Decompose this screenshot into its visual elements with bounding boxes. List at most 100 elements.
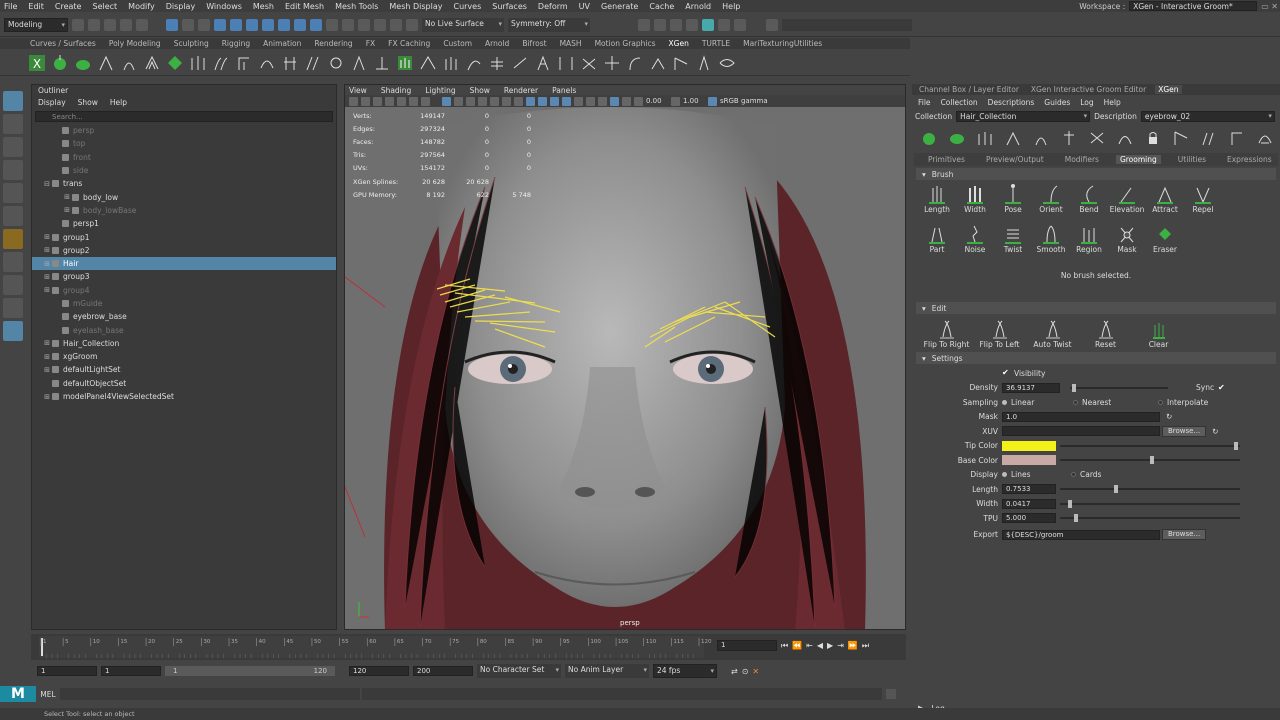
mask-render-icon[interactable] [310,18,322,31]
preview-auto-icon[interactable] [1228,129,1246,147]
viewport-menu-panels[interactable]: Panels [552,86,576,95]
display-cards-radio[interactable] [1071,472,1076,478]
lights-icon[interactable] [490,96,499,106]
lock-guide-icon[interactable] [1144,129,1162,147]
xray-joints-icon[interactable] [550,96,559,106]
render-frame-icon[interactable] [654,18,666,31]
smooth-shade-icon[interactable] [454,96,463,106]
exposure-icon[interactable] [634,96,643,106]
outliner-menu-display[interactable]: Display [38,98,66,107]
viewport-menu-lighting[interactable]: Lighting [425,86,455,95]
single-perspective-layout-icon[interactable] [3,252,23,272]
brush-width-button[interactable]: Width [956,182,994,220]
shelf-tab-animation[interactable]: Animation [263,39,301,48]
shelf-tab-custom[interactable]: Custom [443,39,472,48]
outliner-item-top[interactable]: top [32,137,336,150]
wireframe-icon[interactable] [442,96,451,106]
new-scene-icon[interactable] [72,18,84,31]
bookmarks-icon[interactable] [373,96,382,106]
brush-eraser-button[interactable]: Eraser [1146,222,1184,260]
groom-tool-20-icon[interactable] [649,54,667,72]
rebuild-guide-icon[interactable] [1060,129,1078,147]
base-color-swatch[interactable] [1002,455,1056,466]
shelf-tab-sculpting[interactable]: Sculpting [174,39,209,48]
select-tool-icon[interactable] [3,91,23,111]
shelf-tab-arnold[interactable]: Arnold [485,39,509,48]
color-management-icon[interactable] [708,96,717,106]
brush-orient-button[interactable]: Orient [1032,182,1070,220]
menu-display[interactable]: Display [166,2,196,11]
sampling-nearest-radio[interactable] [1073,399,1078,405]
mask-deform-icon[interactable] [278,18,290,31]
settings-section-header[interactable]: ▾ Settings [916,352,1276,364]
outliner-item-eyelash-base[interactable]: eyelash_base [32,323,336,336]
antialiasing-icon[interactable] [586,96,595,106]
create-collection-icon[interactable] [948,129,966,147]
auto-twist-button[interactable]: Auto Twist [1026,317,1079,349]
last-tool-icon[interactable] [3,229,23,249]
xgen-guide-add-icon[interactable] [97,54,115,72]
shelf-tab-rigging[interactable]: Rigging [222,39,250,48]
grid-toggle-icon[interactable] [397,96,406,106]
groom-tool-19-icon[interactable] [626,54,644,72]
groom-tool-9-icon[interactable] [373,54,391,72]
groom-tool-2-icon[interactable] [212,54,230,72]
two-view-layout-icon[interactable] [3,298,23,318]
mask-field[interactable]: 1.0 [1002,411,1160,422]
tip-color-swatch[interactable] [1002,440,1056,451]
menu-create[interactable]: Create [55,2,82,11]
xgen-guide-icon[interactable] [120,54,138,72]
subtab-utilities[interactable]: Utilities [1174,155,1210,164]
loop-icon[interactable]: ⇄ [731,667,738,676]
command-search[interactable] [782,18,912,31]
export-field[interactable]: ${DESC}/groom [1002,529,1160,540]
menu-windows[interactable]: Windows [206,2,242,11]
brush-region-button[interactable]: Region [1070,222,1108,260]
mask-dynamics-icon[interactable] [294,18,306,31]
create-description-icon[interactable] [920,129,938,147]
shelf-tab-poly-modeling[interactable]: Poly Modeling [109,39,161,48]
groom-tool-7-icon[interactable] [327,54,345,72]
export-browse-button[interactable]: Browse... [1162,529,1207,541]
brush-part-button[interactable]: Part [918,222,956,260]
xgen-preview-icon[interactable] [396,54,414,72]
expand-icon[interactable]: ⊞ [62,193,72,201]
go-to-end-icon[interactable]: ⏭ [862,641,869,651]
shadows-icon[interactable] [502,96,511,106]
play-backward-icon[interactable]: ◀ [817,641,823,650]
film-gate-icon[interactable] [409,96,418,106]
panel-tab-xgen-interactive-groom-editor[interactable]: XGen Interactive Groom Editor [1028,85,1149,94]
outliner-item-eyebrow-base[interactable]: eyebrow_base [32,310,336,323]
select-camera-icon[interactable] [349,96,358,106]
xgen-menu-help[interactable]: Help [1104,98,1121,107]
fps-dropdown[interactable]: 24 fps [653,664,717,678]
outliner-item-mguide[interactable]: mGuide [32,297,336,310]
depth-of-field-icon[interactable] [598,96,607,106]
subtab-expressions[interactable]: Expressions [1223,155,1276,164]
xuv-field[interactable] [1002,426,1160,437]
step-back-icon[interactable]: ⏪ [792,641,802,650]
xray-components-icon[interactable] [562,96,571,106]
shelf-tab-xgen[interactable]: XGen [669,39,689,48]
lock-icon[interactable] [326,18,338,31]
menu-edit-mesh[interactable]: Edit Mesh [285,2,324,11]
groom-tool-13-icon[interactable] [488,54,506,72]
width-slider[interactable] [1060,499,1240,508]
expand-icon[interactable]: ⊞ [42,233,52,241]
snap-curve-icon[interactable] [358,18,370,31]
panel-tab-channel-box-layer-editor[interactable]: Channel Box / Layer Editor [916,85,1022,94]
open-scene-icon[interactable] [88,18,100,31]
viewport-menu-renderer[interactable]: Renderer [504,86,538,95]
shelf-tab-mash[interactable]: MASH [560,39,582,48]
flip-to-right-button[interactable]: Flip To Right [920,317,973,349]
viewport-menu-show[interactable]: Show [470,86,490,95]
outliner-item-body-lowbase[interactable]: ⊞ body_lowBase [32,204,336,217]
auto-key-icon[interactable]: ⊙ [742,667,749,676]
go-to-start-icon[interactable]: ⏮ [781,641,788,651]
expand-icon[interactable]: ⊞ [42,339,52,347]
live-surface-field[interactable]: No Live Surface [422,17,504,32]
viewport-menu-view[interactable]: View [349,86,367,95]
workspace-selector[interactable]: Workspace : XGen - Interactive Groom* ▭ … [1079,0,1278,12]
subtab-grooming[interactable]: Grooming [1115,155,1161,164]
brush-mask-button[interactable]: Mask [1108,222,1146,260]
